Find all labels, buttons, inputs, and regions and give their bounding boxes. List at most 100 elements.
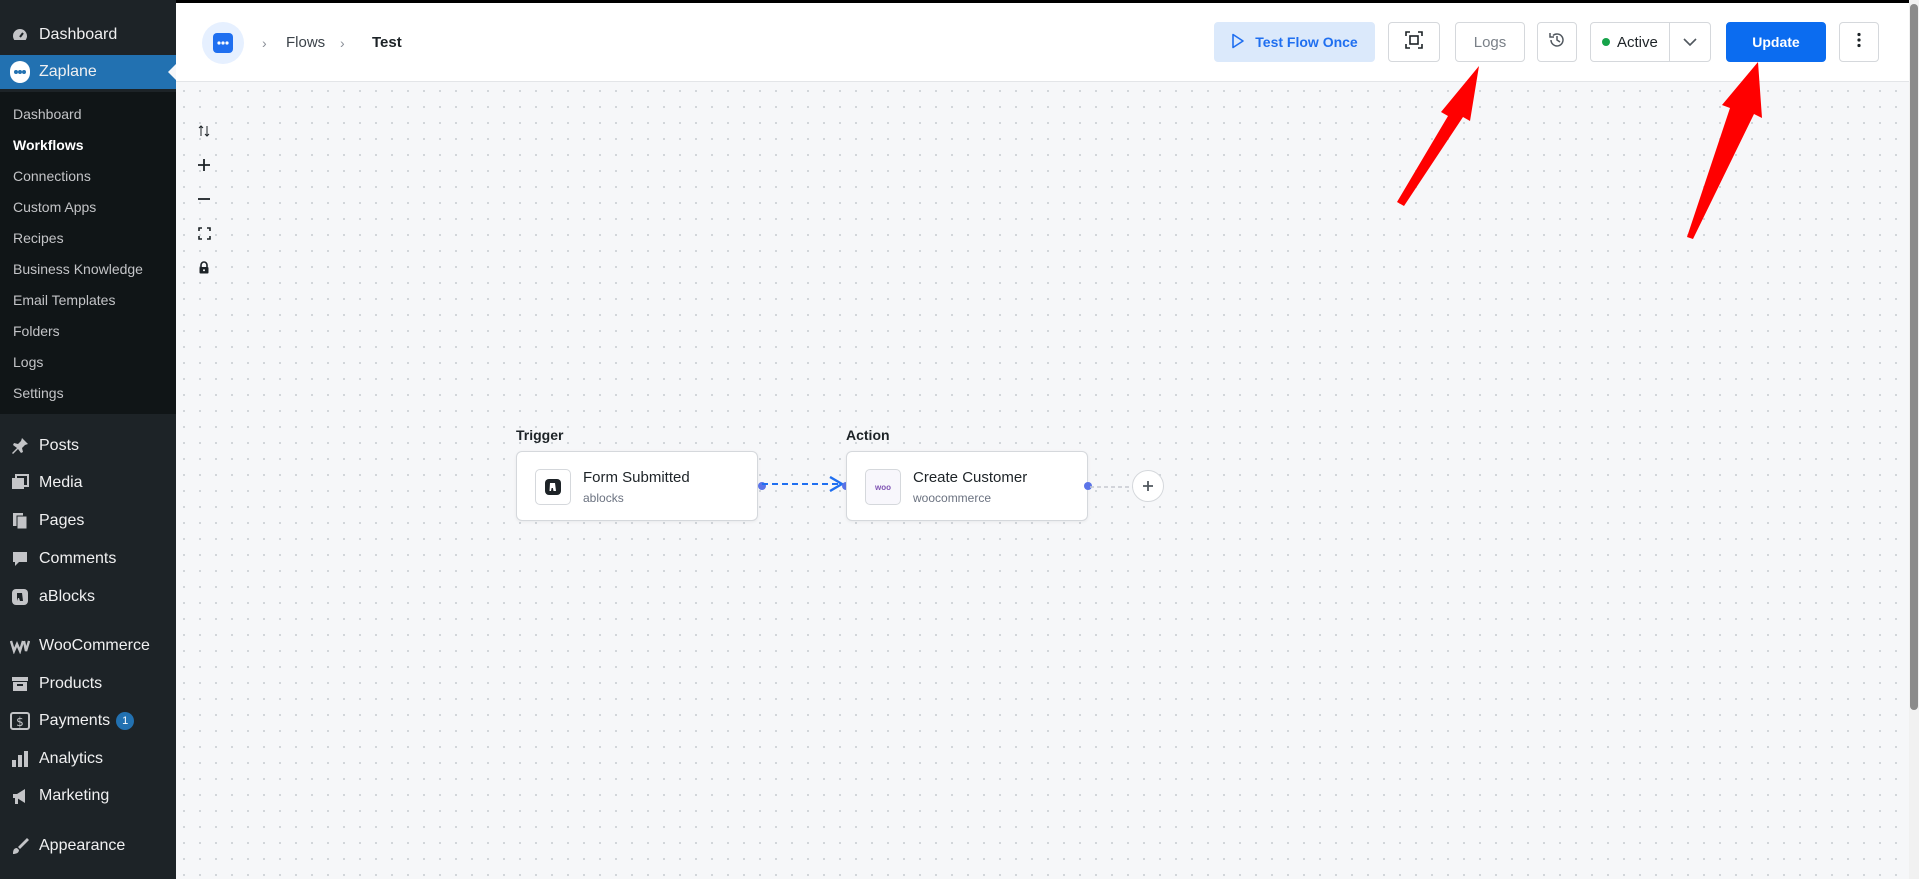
test-flow-once-button[interactable]: Test Flow Once (1214, 22, 1375, 62)
submenu-item-dashboard[interactable]: Dashboard (13, 106, 82, 122)
sidebar-item-label: aBlocks (39, 588, 96, 605)
kebab-menu-icon (1857, 32, 1861, 52)
brand-logo[interactable] (202, 22, 244, 64)
trigger-app-name: ablocks (583, 491, 624, 505)
minus-icon (198, 198, 210, 200)
flow-edge (762, 476, 844, 492)
ablocks-icon (10, 587, 30, 607)
sidebar-item-label: Dashboard (39, 26, 118, 43)
update-label: Update (1752, 34, 1800, 50)
sidebar-item-pages[interactable]: Pages (0, 504, 176, 538)
sidebar-item-media[interactable]: Media (0, 466, 176, 500)
submenu-item-custom-apps[interactable]: Custom Apps (13, 199, 96, 215)
submenu-item-connections[interactable]: Connections (13, 168, 91, 184)
sidebar-item-label: Products (39, 675, 103, 692)
fullscreen-icon (197, 226, 211, 240)
sidebar-item-marketing[interactable]: Marketing (0, 779, 176, 813)
sidebar-item-label: Posts (39, 437, 80, 454)
archive-icon (10, 674, 30, 694)
submenu-item-settings[interactable]: Settings (13, 385, 64, 401)
status-select[interactable]: Active (1590, 22, 1711, 62)
lock-canvas-button[interactable] (194, 257, 214, 277)
submenu-item-logs[interactable]: Logs (13, 354, 43, 370)
trigger-title: Form Submitted (583, 469, 690, 486)
ablocks-app-icon (535, 469, 571, 505)
fit-screen-button[interactable] (194, 223, 214, 243)
zaplane-submenu: Dashboard Workflows Connections Custom A… (0, 92, 176, 414)
admin-sidebar: Dashboard Zaplane Dashboard Workflows Co… (0, 0, 176, 879)
zoom-out-button[interactable] (194, 189, 214, 209)
add-step-button[interactable] (1132, 470, 1164, 502)
sidebar-item-appearance[interactable]: Appearance (0, 829, 176, 863)
submenu-item-recipes[interactable]: Recipes (13, 230, 64, 246)
status-label: Active (1617, 33, 1658, 51)
sidebar-item-label: WooCommerce (39, 637, 150, 654)
sidebar-item-posts[interactable]: Posts (0, 429, 176, 463)
sidebar-item-zaplane[interactable]: Zaplane (0, 55, 176, 89)
lock-icon (199, 260, 209, 273)
more-options-button[interactable] (1839, 22, 1879, 62)
sidebar-item-label: Appearance (39, 837, 126, 854)
fit-view-button[interactable] (1388, 22, 1440, 62)
submenu-item-email-templates[interactable]: Email Templates (13, 292, 115, 308)
chevron-right-icon: › (340, 35, 345, 51)
play-icon (1231, 33, 1245, 52)
page-scrollbar[interactable] (1909, 0, 1919, 879)
comment-icon (10, 549, 30, 569)
action-node[interactable]: woo Create Customer woocommerce (846, 451, 1088, 521)
trigger-node[interactable]: Form Submitted ablocks (516, 451, 758, 521)
pending-edge (1090, 486, 1134, 488)
flow-header: › Flows › Test Test Flow Once Logs Activ… (176, 3, 1909, 82)
bar-chart-icon (10, 749, 30, 769)
scrollbar-thumb[interactable] (1910, 4, 1918, 710)
sidebar-item-ablocks[interactable]: aBlocks (0, 580, 176, 614)
logs-button[interactable]: Logs (1455, 22, 1525, 62)
update-button[interactable]: Update (1726, 22, 1826, 62)
chevron-down-icon (1683, 38, 1697, 46)
status-active-dot (1602, 38, 1610, 46)
sidebar-item-label: Payments (39, 712, 111, 729)
submenu-item-folders[interactable]: Folders (13, 323, 60, 339)
sidebar-item-analytics[interactable]: Analytics (0, 742, 176, 776)
sidebar-item-dashboard[interactable]: Dashboard (0, 18, 176, 52)
status-dropdown-button[interactable] (1670, 23, 1710, 61)
woocommerce-app-icon: woo (865, 469, 901, 505)
sidebar-item-label: Marketing (39, 787, 110, 804)
plus-icon (1143, 481, 1153, 491)
sidebar-item-payments[interactable]: $ Payments 1 (0, 704, 176, 738)
version-history-button[interactable] (1537, 22, 1577, 62)
flow-canvas[interactable]: Trigger Form Submitted ablocks Action wo… (176, 83, 1909, 879)
swap-layout-button[interactable] (194, 121, 214, 141)
submenu-item-workflows[interactable]: Workflows (13, 137, 84, 153)
sidebar-item-label: Media (39, 474, 83, 491)
breadcrumb-current: Test (372, 34, 402, 51)
sidebar-item-comments[interactable]: Comments (0, 542, 176, 576)
notification-badge: 1 (116, 712, 135, 730)
pushpin-icon (10, 436, 30, 456)
logs-label: Logs (1473, 33, 1507, 51)
submenu-item-business-knowledge[interactable]: Business Knowledge (13, 261, 143, 277)
history-icon (1548, 31, 1566, 53)
chevron-right-icon: › (262, 35, 267, 51)
woocommerce-icon (10, 636, 30, 656)
paintbrush-icon (10, 836, 30, 856)
action-app-name: woocommerce (913, 491, 992, 505)
sidebar-item-products[interactable]: Products (0, 667, 176, 701)
media-icon (10, 473, 30, 493)
megaphone-icon (10, 786, 30, 806)
breadcrumb-flows[interactable]: Flows (286, 34, 325, 51)
action-title: Create Customer (913, 469, 1028, 486)
sidebar-item-label: Analytics (39, 750, 104, 767)
zoom-in-button[interactable] (194, 155, 214, 175)
svg-text:$: $ (16, 715, 24, 729)
test-flow-once-label: Test Flow Once (1255, 34, 1358, 50)
plus-icon (198, 159, 210, 171)
pages-icon (10, 511, 30, 531)
sidebar-item-label: Pages (39, 512, 85, 529)
dashboard-gauge-icon (10, 25, 30, 45)
woo-logo-text: woo (875, 482, 891, 492)
screenshot-frame-icon (1405, 31, 1423, 53)
sidebar-item-woocommerce[interactable]: WooCommerce (0, 629, 176, 663)
dollar-icon: $ (10, 711, 30, 731)
zaplane-logo-icon (213, 33, 233, 53)
